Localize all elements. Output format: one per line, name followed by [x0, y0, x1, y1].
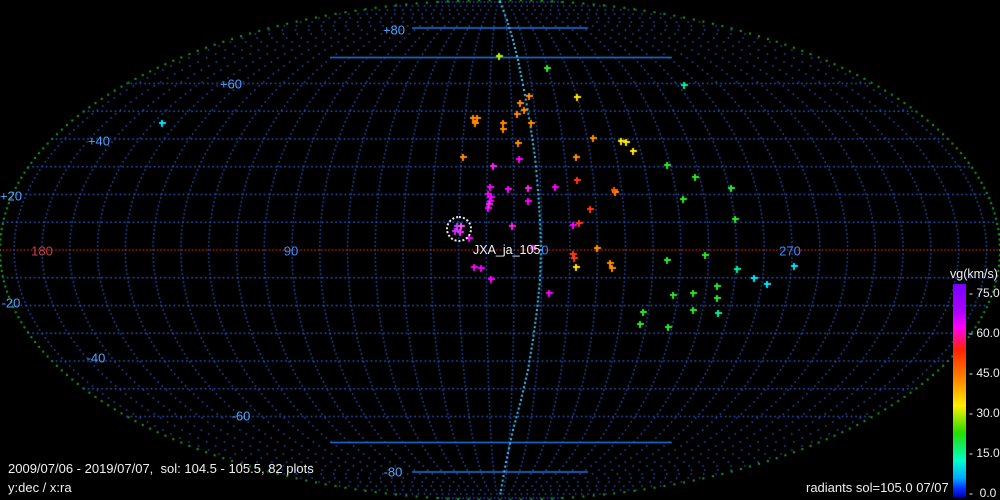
radiant-map-window: +80 +60 +40 +20 -20 -40 -60 -80 180 90 0 270 JXA_ja…	[0, 0, 1000, 500]
ra-axis-label: 270	[779, 243, 801, 259]
radiants-sol-status: radiants sol=105.0 07/07	[806, 480, 949, 495]
ra-axis-label: 180	[31, 243, 53, 259]
colorbar-tick-label: - 15.0	[969, 446, 1000, 460]
axis-mode-status: y:dec / x:ra	[8, 480, 72, 495]
dec-axis-label: +20	[0, 188, 23, 204]
colorbar-gradient	[953, 284, 966, 497]
colorbar-title: vg(km/s)	[950, 267, 998, 281]
colorbar-tick-label: - 75.0	[969, 286, 1000, 300]
colorbar-tick-label: - 60.0	[969, 326, 1000, 340]
dec-axis-label: -40	[86, 350, 106, 366]
dec-axis-label: -80	[383, 464, 403, 480]
colorbar-tick-label: - 30.0	[969, 406, 1000, 420]
dec-axis-label: -20	[1, 295, 21, 311]
ra-axis-label: 0	[541, 242, 549, 258]
colorbar-tick-label: - 45.0	[969, 366, 1000, 380]
shower-annotation: JXA_ja_105	[473, 243, 541, 257]
date-range-status: 2009/07/06 - 2019/07/07, sol: 104.5 - 10…	[8, 461, 314, 476]
radiant-highlight-circle	[446, 216, 472, 242]
dec-axis-label: +80	[382, 22, 406, 38]
ra-axis-label: 90	[283, 243, 299, 259]
colorbar-tick-label: - 0.0	[969, 486, 997, 500]
dec-axis-label: +60	[219, 76, 243, 92]
dec-axis-label: -60	[231, 408, 251, 424]
dec-axis-label: +40	[87, 133, 111, 149]
